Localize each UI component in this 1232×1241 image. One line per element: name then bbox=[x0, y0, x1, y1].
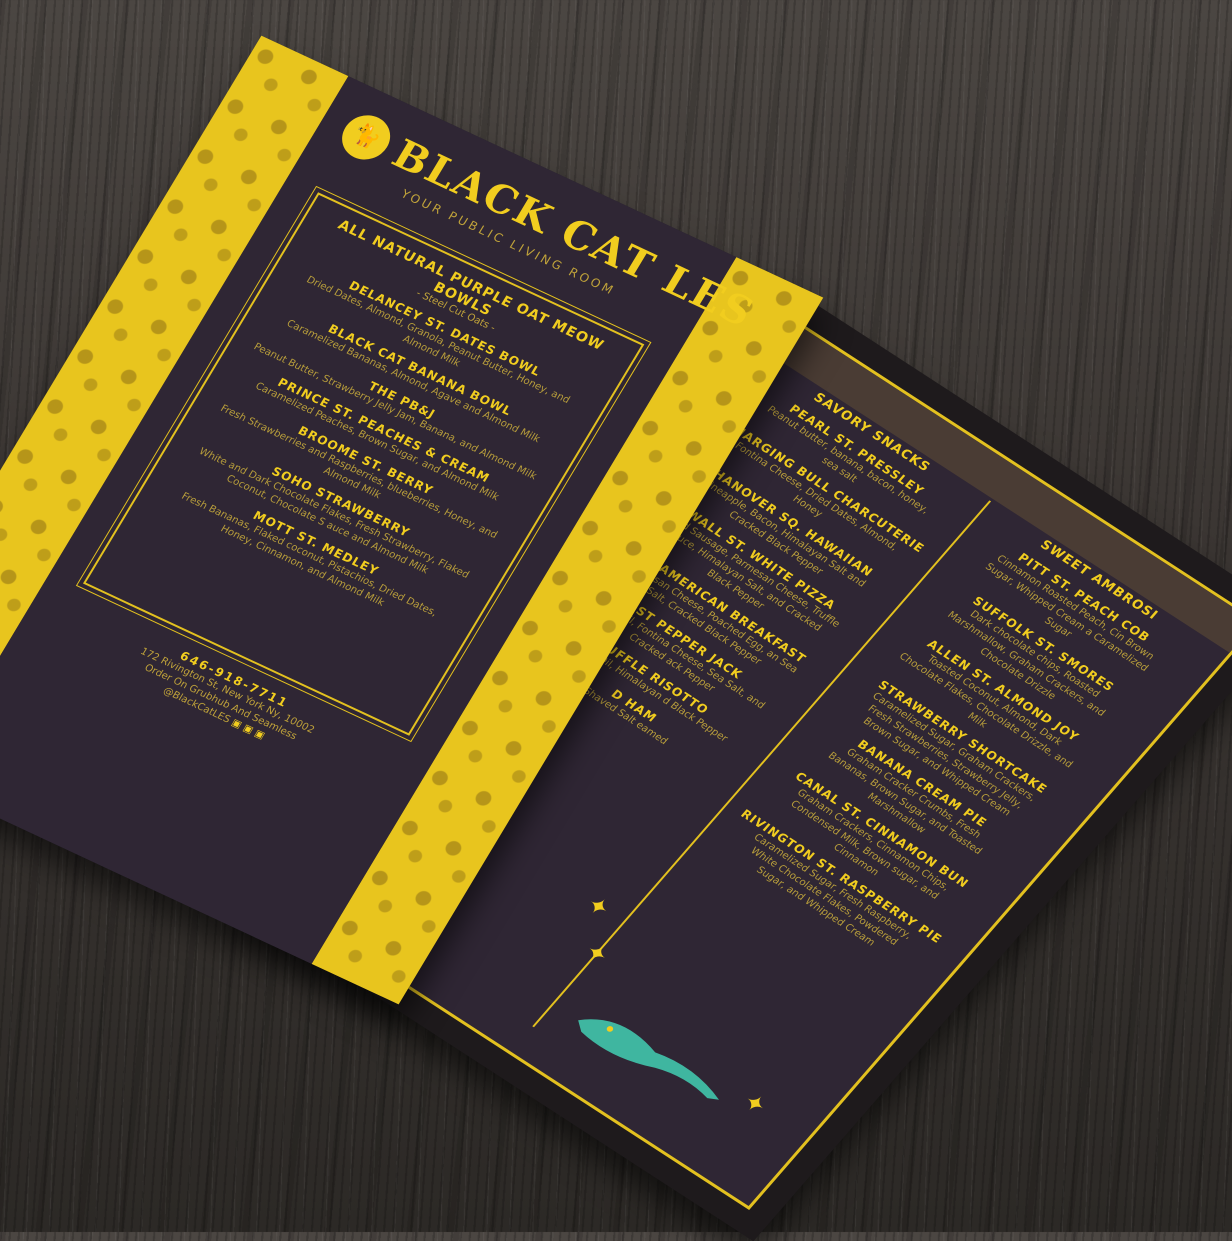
instagram-icon: ▣ bbox=[252, 728, 267, 742]
